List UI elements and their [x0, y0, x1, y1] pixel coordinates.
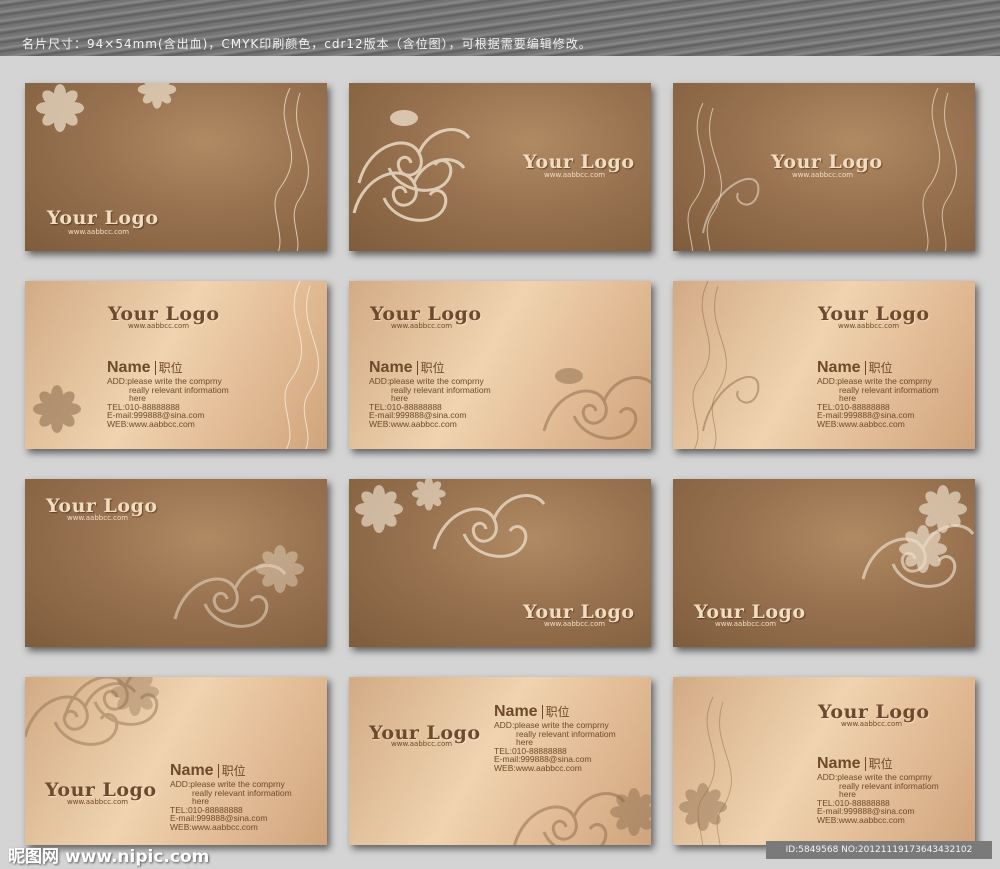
business-card-3: Your Logo www.aabbcc.com — [673, 83, 975, 251]
web-line: WEB:www.aabbcc.com — [369, 418, 457, 429]
spec-caption: 名片尺寸：94×54mm(含出血)，CMYK印刷颜色，cdr12版本（含位图），… — [22, 37, 592, 51]
card-title: 职位 — [154, 361, 183, 375]
card-website: www.aabbcc.com — [792, 171, 854, 179]
card-website: www.aabbcc.com — [841, 720, 903, 728]
business-card-6: Your Logo www.aabbcc.com Name 职位 ADD:plea… — [673, 281, 975, 449]
brand-watermark: 昵图网 www.nipic.com — [8, 847, 210, 867]
card-website: www.aabbcc.com — [391, 740, 453, 748]
card-name: Name — [107, 359, 151, 376]
card-name: Name — [170, 762, 214, 779]
card-website: www.aabbcc.com — [68, 228, 130, 236]
header-banner: 名片尺寸：94×54mm(含出血)，CMYK印刷颜色，cdr12版本（含位图），… — [0, 0, 1000, 56]
card-website: www.aabbcc.com — [544, 171, 606, 179]
card-website: www.aabbcc.com — [715, 620, 777, 628]
business-card-2: Your Logo www.aabbcc.com — [349, 83, 651, 251]
contact-block: Name 职位 ADD:please write the comprny real… — [369, 359, 539, 428]
web-line: WEB:www.aabbcc.com — [817, 814, 905, 825]
business-card-12: Your Logo www.aabbcc.com Name 职位 ADD:plea… — [673, 677, 975, 845]
contact-block: Name 职位 ADD:please write the comprny real… — [170, 762, 327, 831]
business-card-5: Your Logo www.aabbcc.com Name 职位 ADD:plea… — [349, 281, 651, 449]
card-logo: Your Logo — [771, 151, 883, 173]
card-name: Name — [369, 359, 413, 376]
contact-block: Name 职位 ADD:please write the comprny real… — [494, 703, 651, 772]
business-card-8: Your Logo www.aabbcc.com — [349, 479, 651, 647]
web-line: WEB:www.aabbcc.com — [107, 418, 195, 429]
contact-block: Name 职位 ADD:please write the comprny real… — [817, 755, 975, 824]
card-name: Name — [817, 755, 861, 772]
card-logo: Your Logo — [523, 151, 635, 173]
web-line: WEB:www.aabbcc.com — [494, 762, 582, 773]
image-id-watermark: ID:5849568 NO:20121119173643432102 — [766, 841, 992, 859]
business-card-10: Your Logo www.aabbcc.com Name 职位 ADD:plea… — [25, 677, 327, 845]
business-card-4: Your Logo www.aabbcc.com Name 职位 ADD:plea… — [25, 281, 327, 449]
card-website: www.aabbcc.com — [544, 620, 606, 628]
card-title: 职位 — [864, 361, 893, 375]
card-name: Name — [494, 703, 538, 720]
card-logo: Your Logo — [47, 207, 159, 229]
card-website: www.aabbcc.com — [391, 322, 453, 330]
card-title: 职位 — [864, 757, 893, 771]
contact-block: Name 职位 ADD:please write the comprny real… — [817, 359, 975, 428]
web-line: WEB:www.aabbcc.com — [170, 821, 258, 832]
card-title: 职位 — [416, 361, 445, 375]
card-website: www.aabbcc.com — [128, 322, 190, 330]
business-card-7: Your Logo www.aabbcc.com — [25, 479, 327, 647]
card-title: 职位 — [217, 764, 246, 778]
web-line: WEB:www.aabbcc.com — [817, 418, 905, 429]
business-card-1: Your Logo www.aabbcc.com — [25, 83, 327, 251]
card-website: www.aabbcc.com — [838, 322, 900, 330]
business-card-11: Your Logo www.aabbcc.com Name 职位 ADD:plea… — [349, 677, 651, 845]
card-website: www.aabbcc.com — [67, 798, 129, 806]
card-title: 职位 — [541, 705, 570, 719]
card-website: www.aabbcc.com — [67, 514, 129, 522]
card-name: Name — [817, 359, 861, 376]
contact-block: Name 职位 ADD:please write the comprny real… — [107, 359, 277, 428]
business-card-9: Your Logo www.aabbcc.com — [673, 479, 975, 647]
